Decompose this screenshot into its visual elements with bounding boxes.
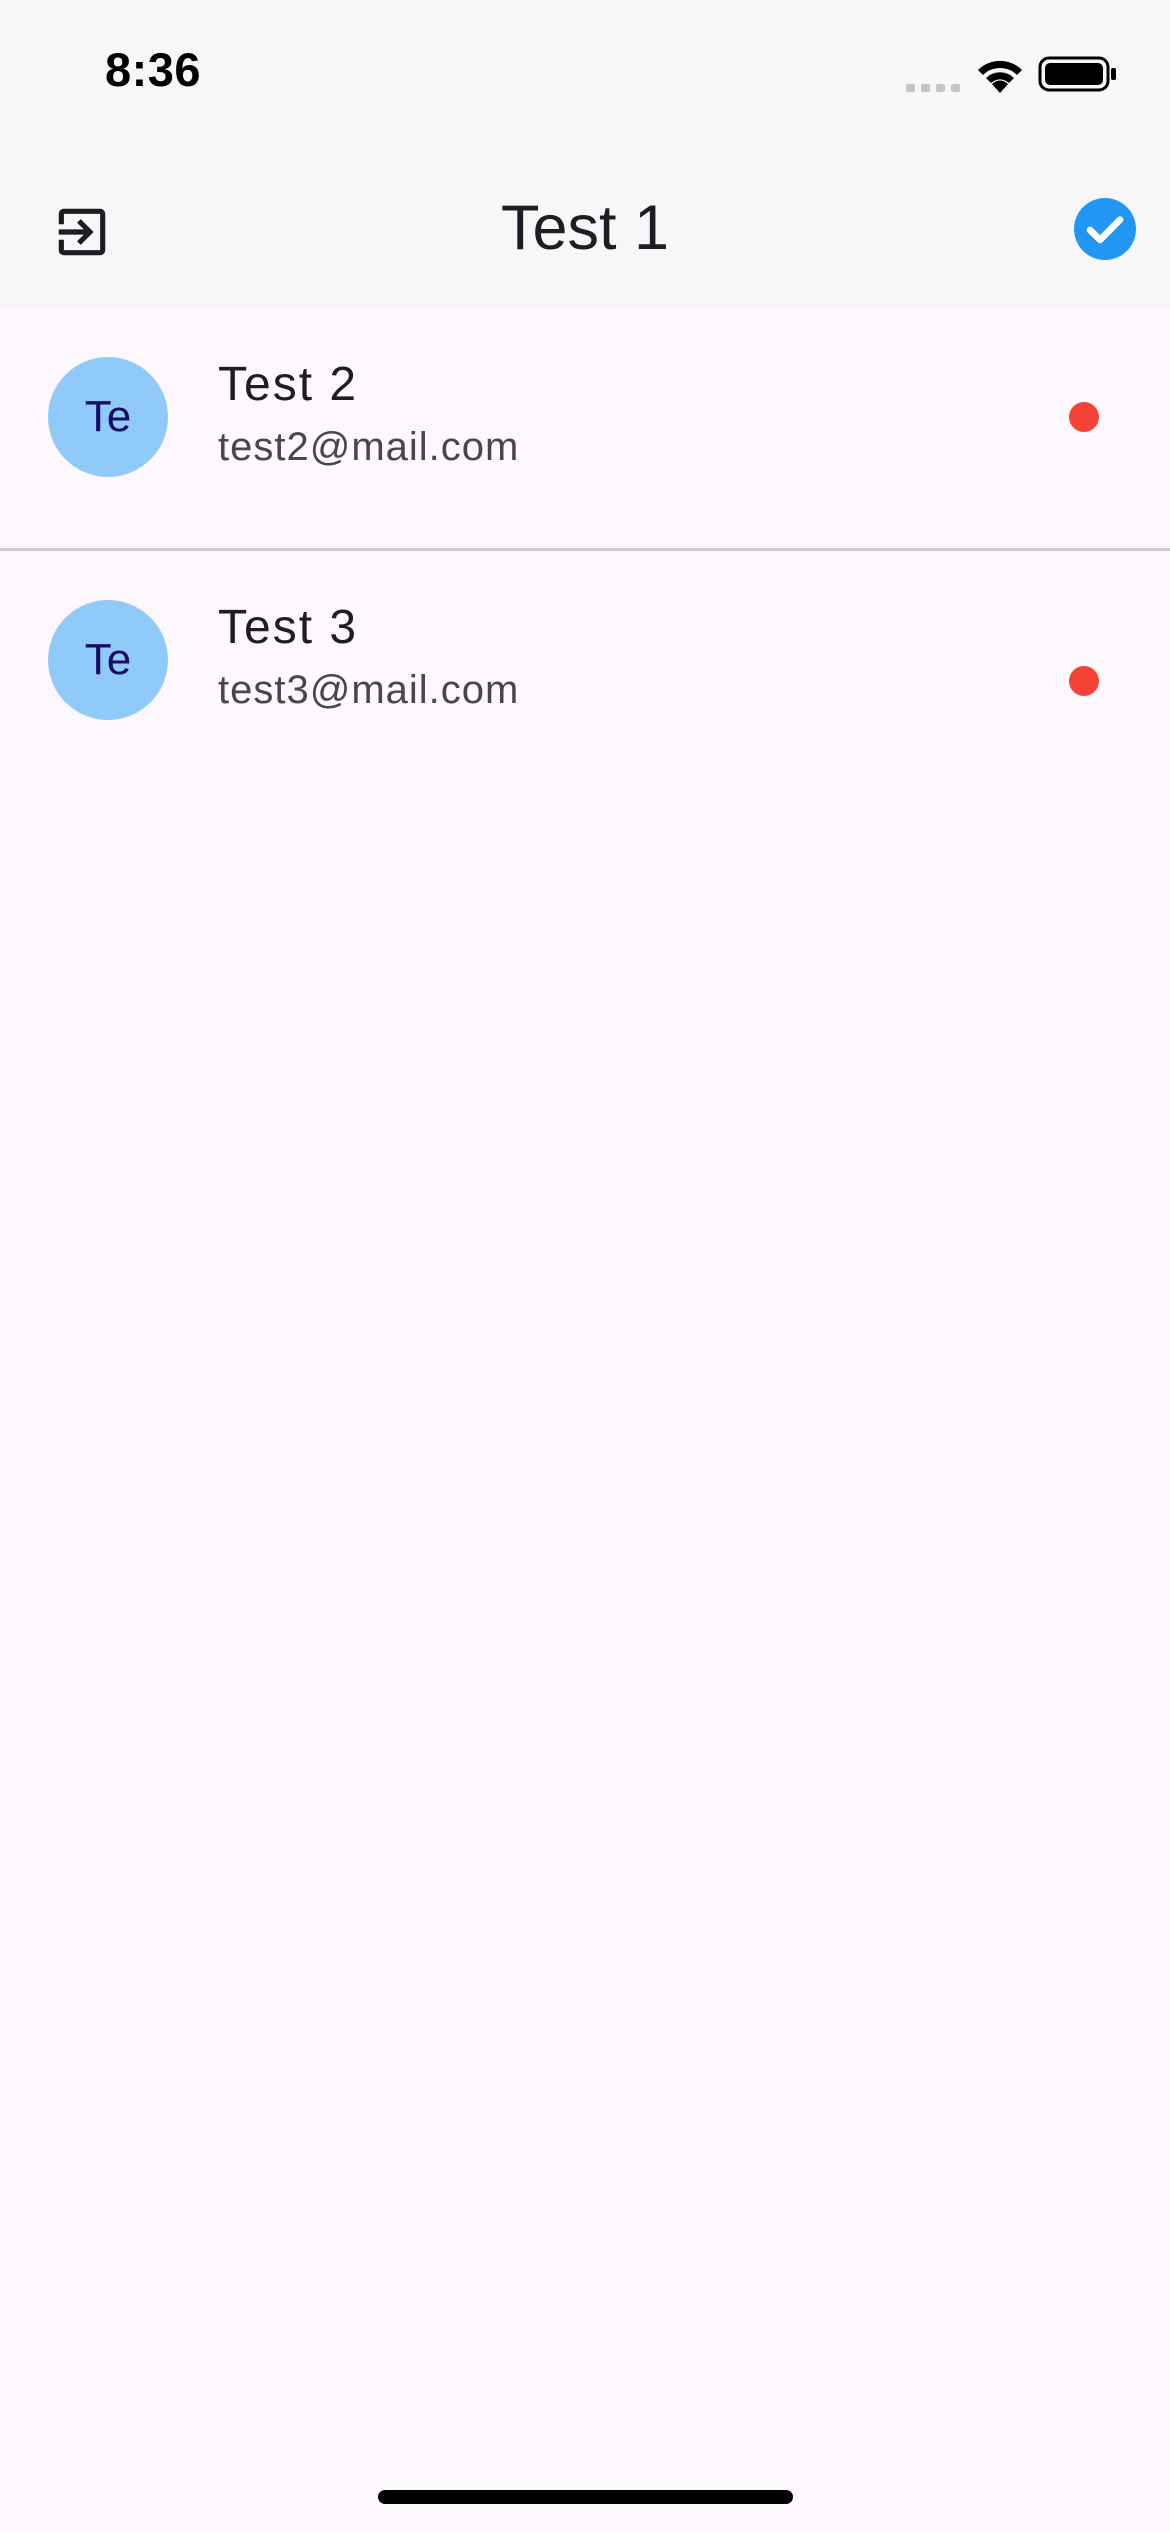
logout-button[interactable]: [36, 186, 128, 278]
user-name: Test 2: [218, 358, 359, 411]
home-indicator: [378, 2490, 793, 2504]
user-name: Test 3: [218, 601, 359, 654]
list-item[interactable]: Te Test 3 test3@mail.com: [0, 551, 1170, 791]
user-email: test3@mail.com: [218, 668, 520, 712]
list-item[interactable]: Te Test 2 test2@mail.com: [0, 308, 1170, 548]
status-bar: 8:36: [0, 0, 1170, 150]
battery-icon: [1038, 56, 1116, 92]
avatar: Te: [48, 600, 168, 720]
status-dot: [1069, 402, 1099, 432]
wifi-icon: [978, 60, 1022, 93]
list-item-text: Test 3 test3@mail.com: [218, 599, 519, 715]
logout-icon: [58, 208, 106, 256]
user-list: Te Test 2 test2@mail.com Te Test 3 test3…: [0, 308, 1170, 791]
app-bar: Test 1: [0, 150, 1170, 308]
check-circle-icon: [1074, 198, 1136, 260]
status-time: 8:36: [105, 43, 202, 96]
status-dot: [1069, 666, 1099, 696]
verified-button[interactable]: [1062, 186, 1148, 272]
avatar: Te: [48, 357, 168, 477]
page-title: Test 1: [500, 193, 670, 263]
cellular-signal-icon: [906, 84, 960, 92]
list-item-text: Test 2 test2@mail.com: [218, 356, 519, 472]
user-email: test2@mail.com: [218, 425, 520, 469]
